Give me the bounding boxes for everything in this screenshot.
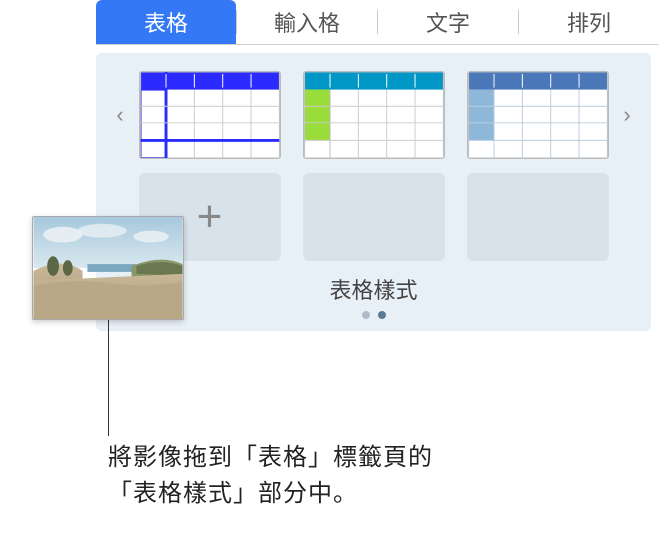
table-preview-icon	[304, 72, 444, 158]
tab-cell[interactable]: 輸入格	[237, 0, 377, 44]
callout-line-1: 將影像拖到「表格」標籤頁的	[108, 440, 433, 476]
style-placeholder[interactable]	[303, 173, 445, 261]
tab-bar: 表格 輸入格 文字 排列	[96, 0, 659, 45]
callout-text: 將影像拖到「表格」標籤頁的 「表格樣式」部分中。	[108, 440, 433, 512]
callout-line-2: 「表格樣式」部分中。	[108, 476, 433, 512]
table-preview-icon	[140, 72, 280, 158]
pagination-dot-active[interactable]	[378, 311, 386, 319]
dragged-image-thumbnail[interactable]	[32, 216, 184, 320]
section-title: 表格樣式	[110, 273, 637, 305]
pagination-dots	[110, 311, 637, 319]
table-style-thumb-1[interactable]	[139, 71, 281, 159]
style-placeholders: +	[110, 173, 637, 261]
callout-leader-line	[108, 320, 109, 436]
tab-arrange[interactable]: 排列	[519, 0, 659, 44]
table-style-thumb-2[interactable]	[303, 71, 445, 159]
style-thumbnails	[136, 71, 611, 159]
tab-table[interactable]: 表格	[96, 0, 236, 44]
carousel-next-button[interactable]: ›	[617, 102, 637, 128]
table-style-thumb-3[interactable]	[467, 71, 609, 159]
table-preview-icon	[468, 72, 608, 158]
pagination-dot[interactable]	[362, 311, 370, 319]
beach-photo-icon	[33, 217, 183, 319]
style-placeholder[interactable]	[467, 173, 609, 261]
styles-carousel: ‹	[110, 71, 637, 159]
carousel-prev-button[interactable]: ‹	[110, 102, 130, 128]
tab-text[interactable]: 文字	[378, 0, 518, 44]
